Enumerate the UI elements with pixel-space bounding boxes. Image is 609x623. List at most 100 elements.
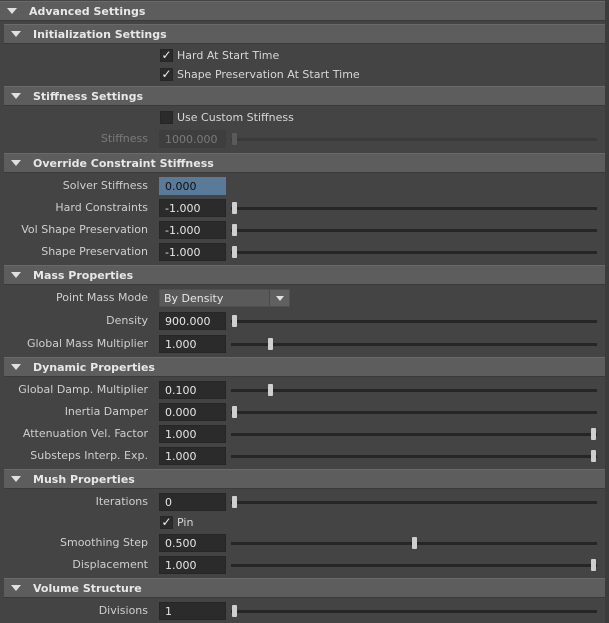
hard-constraints-slider[interactable]: [231, 202, 597, 214]
triangle-down-icon[interactable]: [11, 364, 21, 370]
attribute-editor-panel: Advanced Settings Initialization Setting…: [0, 0, 609, 623]
section-header-advanced[interactable]: Advanced Settings: [0, 1, 605, 21]
density-slider[interactable]: [231, 315, 597, 327]
row-attenuation-vel-factor: Attenuation Vel. Factor 1.000: [0, 424, 605, 444]
slider-handle[interactable]: [232, 605, 237, 617]
slider-handle[interactable]: [591, 559, 596, 571]
row-global-mass-multiplier: Global Mass Multiplier 1.000: [0, 334, 605, 354]
checkmark-icon: ✓: [161, 48, 172, 62]
hard-constraints-field[interactable]: -1.000: [159, 199, 226, 217]
slider-handle[interactable]: [232, 315, 237, 327]
chevron-down-icon: [275, 295, 284, 301]
field-label: Substeps Interp. Exp.: [30, 449, 148, 462]
hard-at-start-checkbox[interactable]: ✓: [160, 49, 173, 62]
triangle-down-icon[interactable]: [11, 31, 21, 37]
section-title: Override Constraint Stiffness: [33, 156, 214, 170]
vol-shape-preservation-field[interactable]: -1.000: [159, 221, 226, 239]
divisions-slider[interactable]: [231, 605, 597, 617]
dropdown-button[interactable]: [269, 290, 289, 306]
scrollbar[interactable]: [605, 0, 609, 623]
section-header-stiffness[interactable]: Stiffness Settings: [4, 86, 605, 106]
substeps-interp-exp-slider[interactable]: [231, 450, 597, 462]
section-header-override[interactable]: Override Constraint Stiffness: [4, 153, 605, 173]
global-damp-multiplier-slider[interactable]: [231, 384, 597, 396]
inertia-damper-field[interactable]: 0.000: [159, 403, 226, 421]
section-header-mass[interactable]: Mass Properties: [4, 265, 605, 285]
field-label: Shape Preservation: [41, 245, 148, 258]
attenuation-vel-factor-field[interactable]: 1.000: [159, 425, 226, 443]
displacement-field[interactable]: 1.000: [159, 556, 226, 574]
slider-handle[interactable]: [232, 406, 237, 418]
section-header-initialization[interactable]: Initialization Settings: [4, 24, 605, 44]
triangle-down-icon[interactable]: [11, 272, 21, 278]
dropdown-value: By Density: [164, 291, 224, 305]
section-title: Mush Properties: [33, 472, 135, 486]
row-hard-at-start: ✓ Hard At Start Time: [0, 46, 605, 66]
field-label: Solver Stiffness: [62, 179, 148, 192]
slider-handle[interactable]: [232, 202, 237, 214]
stiffness-slider[interactable]: [231, 133, 597, 145]
field-label: Global Mass Multiplier: [26, 337, 148, 350]
slider-handle[interactable]: [591, 450, 596, 462]
checkmark-icon: ✓: [161, 515, 172, 529]
substeps-interp-exp-field[interactable]: 1.000: [159, 447, 226, 465]
shape-preservation-field[interactable]: -1.000: [159, 243, 226, 261]
global-mass-multiplier-field[interactable]: 1.000: [159, 335, 226, 353]
field-label: Smoothing Step: [60, 536, 148, 549]
field-label: Vol Shape Preservation: [21, 223, 148, 236]
section-header-mush[interactable]: Mush Properties: [4, 469, 605, 489]
pin-checkbox[interactable]: ✓: [160, 516, 173, 529]
smoothing-step-slider[interactable]: [231, 537, 597, 549]
global-damp-multiplier-field[interactable]: 0.100: [159, 381, 226, 399]
slider-handle[interactable]: [232, 496, 237, 508]
slider-handle[interactable]: [232, 246, 237, 258]
slider-handle[interactable]: [591, 428, 596, 440]
divisions-field[interactable]: 1: [159, 602, 226, 620]
vol-shape-preservation-slider[interactable]: [231, 224, 597, 236]
checkbox-label: Hard At Start Time: [177, 49, 280, 62]
field-label: Point Mass Mode: [56, 291, 148, 304]
section-title: Dynamic Properties: [33, 360, 155, 374]
row-displacement: Displacement 1.000: [0, 555, 605, 575]
row-iterations: Iterations 0: [0, 492, 605, 512]
shape-preservation-slider[interactable]: [231, 246, 597, 258]
field-label: Stiffness: [100, 132, 148, 145]
section-title: Advanced Settings: [29, 4, 146, 18]
section-title: Mass Properties: [33, 268, 134, 282]
triangle-down-icon[interactable]: [11, 160, 21, 166]
slider-handle[interactable]: [232, 133, 237, 145]
triangle-down-icon[interactable]: [11, 93, 21, 99]
inertia-damper-slider[interactable]: [231, 406, 597, 418]
point-mass-mode-dropdown[interactable]: By Density: [159, 289, 290, 307]
triangle-down-icon[interactable]: [11, 476, 21, 482]
shape-pres-at-start-checkbox[interactable]: ✓: [160, 68, 173, 81]
smoothing-step-field[interactable]: 0.500: [159, 534, 226, 552]
section-header-dynamic[interactable]: Dynamic Properties: [4, 357, 605, 377]
field-label: Iterations: [95, 495, 148, 508]
displacement-slider[interactable]: [231, 559, 597, 571]
slider-handle[interactable]: [267, 338, 273, 350]
row-density: Density 900.000: [0, 311, 605, 331]
attenuation-vel-factor-slider[interactable]: [231, 428, 597, 440]
iterations-field[interactable]: 0: [159, 493, 226, 511]
triangle-down-icon[interactable]: [11, 585, 21, 591]
section-title: Stiffness Settings: [33, 89, 143, 103]
slider-handle[interactable]: [232, 224, 237, 236]
use-custom-stiffness-checkbox[interactable]: [160, 111, 173, 124]
row-solver-stiffness: Solver Stiffness 0.000: [0, 176, 605, 196]
stiffness-field[interactable]: 1000.000: [159, 130, 226, 148]
row-pin: ✓ Pin: [0, 513, 605, 533]
section-title: Volume Structure: [33, 581, 142, 595]
row-use-custom-stiffness: Use Custom Stiffness: [0, 108, 605, 128]
checkbox-label: Shape Preservation At Start Time: [177, 68, 360, 81]
triangle-down-icon[interactable]: [7, 8, 17, 14]
solver-stiffness-field[interactable]: 0.000: [159, 177, 226, 195]
slider-handle[interactable]: [267, 384, 273, 396]
iterations-slider[interactable]: [231, 496, 597, 508]
density-field[interactable]: 900.000: [159, 312, 226, 330]
field-label: Divisions: [98, 604, 148, 617]
global-mass-multiplier-slider[interactable]: [231, 338, 597, 350]
slider-handle[interactable]: [411, 537, 417, 549]
section-header-volume[interactable]: Volume Structure: [4, 578, 605, 598]
field-label: Inertia Damper: [64, 405, 148, 418]
